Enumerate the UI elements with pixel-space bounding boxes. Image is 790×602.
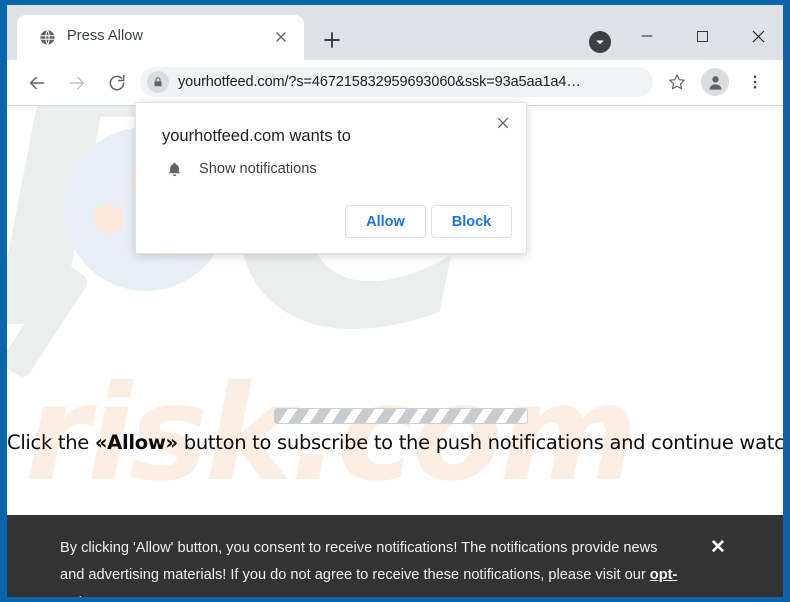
forward-arrow-icon[interactable]	[62, 68, 92, 98]
watermark-dot	[93, 204, 123, 234]
window-frame: Press Allow yourhotfeed.com/?s=467215832…	[0, 0, 790, 602]
reload-icon[interactable]	[102, 68, 132, 98]
profile-avatar-icon[interactable]	[701, 68, 729, 96]
tab-title: Press Allow	[67, 28, 144, 44]
browser-menu-icon[interactable]	[742, 68, 768, 96]
dialog-close-icon[interactable]	[493, 113, 513, 133]
browser-tab[interactable]: Press Allow	[17, 15, 304, 60]
consent-banner-text: By clicking 'Allow' button, you consent …	[60, 535, 685, 597]
loading-progress-bar	[274, 408, 528, 424]
dialog-permission-label: Show notifications	[199, 161, 317, 177]
lock-icon[interactable]	[147, 71, 169, 93]
bookmark-star-icon[interactable]	[663, 68, 691, 96]
consent-banner: By clicking 'Allow' button, you consent …	[7, 515, 783, 597]
dialog-title: yourhotfeed.com wants to	[162, 127, 351, 145]
globe-icon	[39, 29, 56, 46]
window-close-button[interactable]	[736, 19, 781, 53]
magnifier-handle-shape	[7, 262, 91, 381]
bell-icon	[165, 160, 184, 179]
instruction-allow-emphasis: «Allow»	[94, 431, 178, 454]
instruction-suffix: button to subscribe to the push notifica…	[177, 431, 783, 454]
browser-toolbar: yourhotfeed.com/?s=467215832959693060&ss…	[7, 60, 783, 105]
instruction-prefix: Click the	[7, 431, 95, 454]
allow-button[interactable]: Allow	[345, 205, 426, 238]
notification-permission-dialog: yourhotfeed.com wants to Show notificati…	[135, 102, 527, 254]
block-button[interactable]: Block	[431, 205, 512, 238]
tab-search-chevron-down-icon[interactable]	[589, 31, 611, 53]
new-tab-button[interactable]	[319, 27, 345, 53]
page-instruction-text: Click the «Allow» button to subscribe to…	[7, 431, 783, 454]
tab-close-icon[interactable]	[272, 28, 290, 46]
address-bar[interactable]: yourhotfeed.com/?s=467215832959693060&ss…	[140, 67, 653, 97]
window-minimize-button[interactable]	[624, 19, 669, 53]
browser-window: Press Allow yourhotfeed.com/?s=467215832…	[7, 5, 783, 597]
consent-close-icon[interactable]: ✕	[710, 536, 726, 559]
url-text: yourhotfeed.com/?s=467215832959693060&ss…	[178, 74, 581, 90]
tab-strip: Press Allow	[7, 5, 783, 60]
back-arrow-icon[interactable]	[22, 68, 52, 98]
window-maximize-button[interactable]	[680, 19, 725, 53]
consent-line-2-suffix: .	[121, 594, 125, 597]
consent-line-2-prefix: advertising materials! If you do not agr…	[88, 567, 650, 583]
